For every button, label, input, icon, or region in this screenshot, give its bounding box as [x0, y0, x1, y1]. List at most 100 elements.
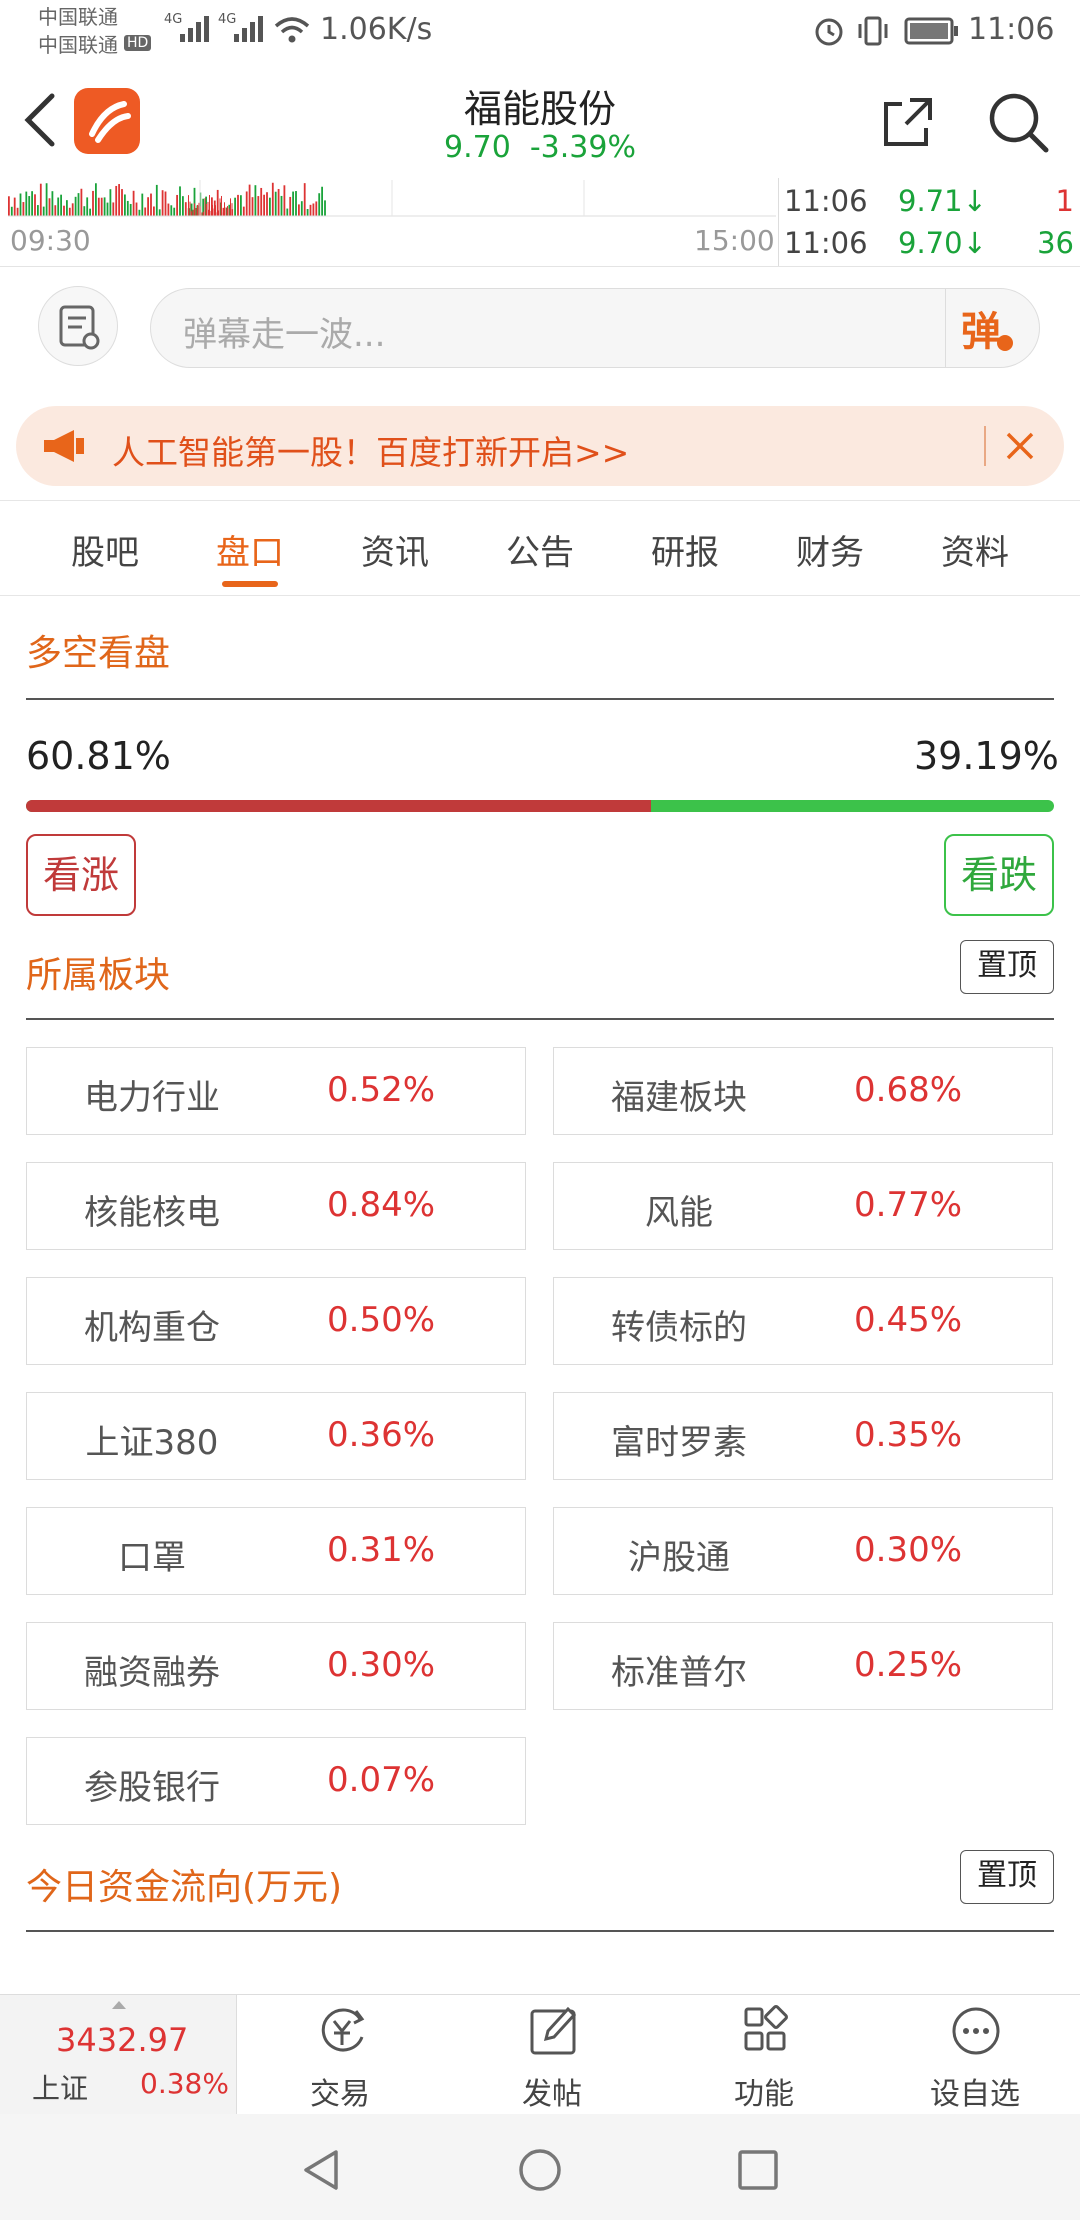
sector-name: 参股银行 — [84, 1768, 220, 1808]
stock-price: 9.70 — [443, 130, 511, 165]
add-watchlist-button[interactable]: 设自选 — [918, 2003, 1032, 2112]
volume-bar — [37, 205, 39, 216]
volume-bar — [95, 183, 97, 216]
volume-bar — [251, 197, 254, 216]
tab-news[interactable]: 资讯 — [345, 525, 445, 574]
app-logo[interactable] — [74, 88, 140, 154]
close-icon[interactable] — [1000, 426, 1040, 466]
index-ticker[interactable]: 3432.97 上证 0.38% — [0, 1995, 236, 2115]
volume-bar — [295, 191, 297, 216]
tab-guba[interactable]: 股吧 — [55, 525, 155, 574]
sector-cell[interactable]: 标准普尔 0.25% — [553, 1622, 1053, 1710]
intraday-mini-chart[interactable]: 09:30 15:00 11:06 9.71↓ 1 11:06 9.70↓ 36 — [0, 178, 1080, 267]
volume-bar — [51, 191, 54, 216]
nav-recents-icon[interactable] — [734, 2146, 782, 2194]
promo-banner[interactable]: 人工智能第一股！百度打新开启>> — [16, 406, 1064, 486]
volume-bar — [221, 195, 222, 216]
hd-badge: HD — [124, 35, 152, 51]
sector-cell[interactable]: 参股银行 0.07% — [26, 1737, 526, 1825]
danmaku-send-button[interactable]: 弹 — [961, 299, 1001, 357]
sector-cell[interactable]: 融资融券 0.30% — [26, 1622, 526, 1710]
sector-cell[interactable]: 口罩 0.31% — [26, 1507, 526, 1595]
add-watchlist-label: 设自选 — [930, 2077, 1020, 2112]
volume-bar — [57, 197, 60, 216]
volume-bar — [234, 197, 236, 216]
volume-bars — [8, 180, 776, 217]
volume-bar — [42, 206, 45, 216]
volume-bar — [225, 207, 227, 216]
sector-cell[interactable]: 福建板块 0.68% — [553, 1047, 1053, 1135]
bear-percent: 39.19% — [914, 734, 1059, 778]
signal-icon-1 — [180, 16, 209, 42]
trade-button[interactable]: 交易 — [290, 2003, 390, 2112]
volume-bar — [286, 208, 289, 216]
volume-bar — [155, 184, 158, 216]
section-divider — [26, 1018, 1054, 1020]
sector-change: 0.36% — [327, 1415, 436, 1455]
divider — [236, 1995, 237, 2115]
bull-fill — [26, 800, 652, 812]
sector-cell[interactable]: 机构重仓 0.50% — [26, 1277, 526, 1365]
volume-bar — [71, 203, 74, 216]
tab-research[interactable]: 研报 — [635, 525, 735, 574]
volume-bar — [176, 194, 178, 216]
tab-announcements[interactable]: 公告 — [490, 525, 590, 574]
volume-bar — [240, 195, 242, 216]
sector-cell[interactable]: 电力行业 0.52% — [26, 1047, 526, 1135]
trade-icon — [321, 2008, 365, 2052]
sectors-pin-button[interactable]: 置顶 — [960, 940, 1054, 994]
volume-bar — [257, 196, 260, 216]
sector-cell[interactable]: 风能 0.77% — [553, 1162, 1053, 1250]
fund-flow-pin-button[interactable]: 置顶 — [960, 1850, 1054, 1904]
volume-bar — [48, 198, 51, 216]
tab-bar: 股吧 盘口 资讯 公告 研报 财务 资料 — [0, 500, 1080, 596]
volume-bar — [19, 193, 22, 216]
vibrate-icon — [858, 16, 888, 46]
tab-finance[interactable]: 财务 — [780, 525, 880, 574]
sector-cell[interactable]: 沪股通 0.30% — [553, 1507, 1053, 1595]
bearish-button[interactable]: 看跌 — [944, 834, 1054, 916]
danmaku-settings-button[interactable] — [38, 286, 118, 366]
volume-bar — [237, 194, 239, 216]
volume-bar — [292, 191, 294, 216]
divider — [984, 426, 986, 466]
index-name: 上证 — [32, 2072, 89, 2105]
volume-bar — [230, 198, 231, 216]
volume-bar — [271, 182, 274, 216]
volume-bar — [228, 208, 230, 216]
system-nav-bar — [0, 2114, 1080, 2220]
volume-bar — [39, 183, 42, 216]
sector-cell[interactable]: 富时罗素 0.35% — [553, 1392, 1053, 1480]
functions-button[interactable]: 功能 — [714, 2003, 814, 2112]
danmaku-input[interactable]: 弹幕走一波... 弹 — [150, 288, 1040, 368]
nav-back-icon[interactable] — [298, 2146, 346, 2194]
sector-name: 核能核电 — [84, 1193, 220, 1233]
more-icon — [952, 2007, 1000, 2055]
sector-change: 0.50% — [327, 1300, 436, 1340]
back-icon[interactable] — [20, 92, 60, 148]
tab-pankou[interactable]: 盘口 — [200, 525, 300, 574]
volume-bar — [277, 188, 280, 216]
sector-cell[interactable]: 核能核电 0.84% — [26, 1162, 526, 1250]
sector-change: 0.35% — [854, 1415, 963, 1455]
tab-profile[interactable]: 资料 — [925, 525, 1025, 574]
sector-cell[interactable]: 上证380 0.36% — [26, 1392, 526, 1480]
sector-name: 上证380 — [85, 1423, 219, 1463]
volume-bar — [158, 209, 161, 216]
volume-bar — [147, 197, 149, 216]
volume-bar — [100, 197, 103, 216]
sector-change: 0.31% — [327, 1530, 436, 1570]
bullish-button[interactable]: 看涨 — [26, 834, 136, 916]
volume-bar — [31, 191, 33, 216]
sector-cell[interactable]: 转债标的 0.45% — [553, 1277, 1053, 1365]
volume-bar — [312, 203, 315, 216]
volume-bar — [289, 196, 292, 216]
volume-bar — [309, 204, 312, 216]
volume-bar — [227, 206, 228, 216]
clock: 11:06 — [968, 12, 1055, 47]
share-icon[interactable] — [880, 94, 936, 150]
post-button[interactable]: 发帖 — [502, 2003, 602, 2112]
nav-home-icon[interactable] — [516, 2146, 564, 2194]
battery-icon — [904, 17, 958, 45]
search-icon[interactable] — [986, 90, 1050, 154]
